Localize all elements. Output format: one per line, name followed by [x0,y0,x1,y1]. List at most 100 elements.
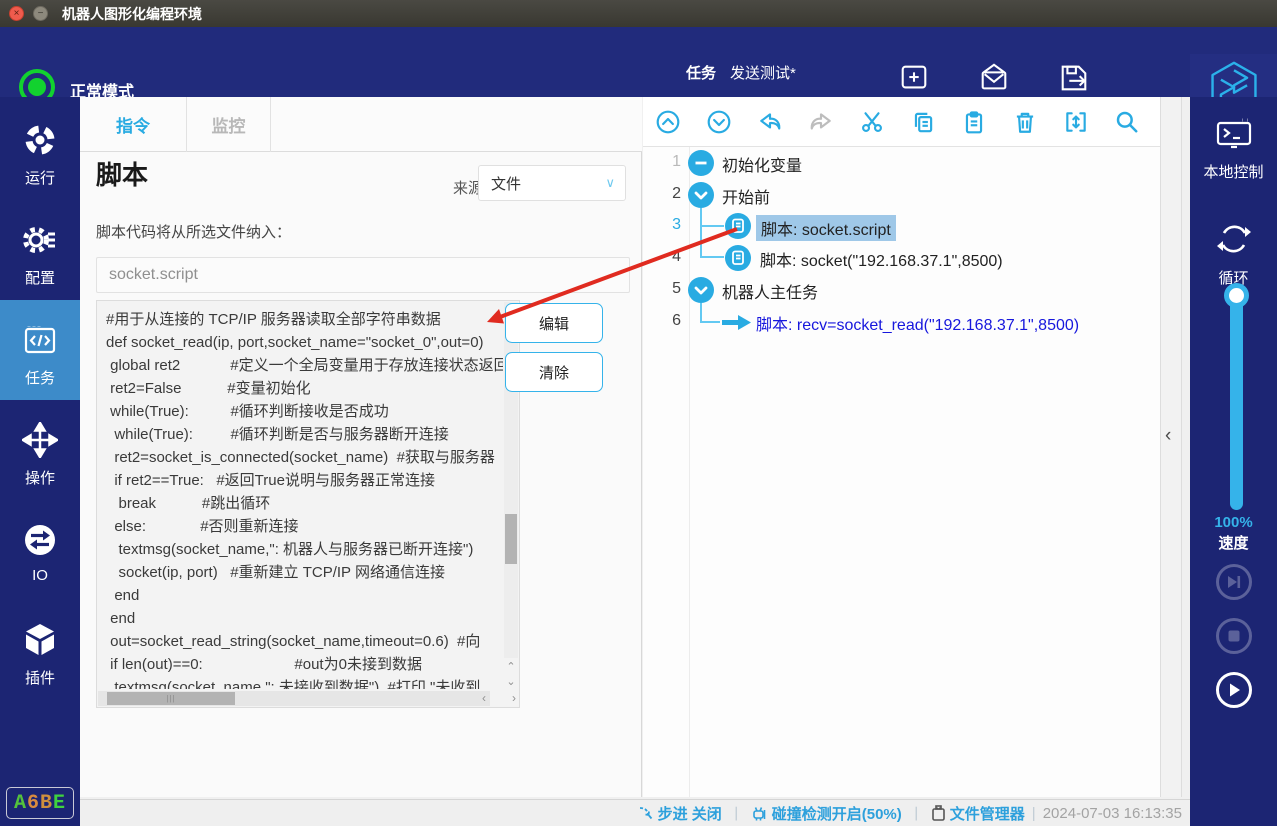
tree-row[interactable]: 6 脚本: recv=socket_read("192.168.37.1",85… [643,306,1143,338]
scroll-down-icon[interactable]: ⌄ [506,675,515,688]
step-mode-icon [639,807,652,820]
collapse-panel-handle[interactable]: ‹ [1165,425,1179,449]
sidebar-item-operate[interactable]: 操作 [0,400,80,500]
redo-button[interactable] [807,108,835,136]
app-header: 正常模式 任务发送测试* 配置default 新建 打开 保存 [0,27,1277,124]
window-minimize-icon[interactable]: − [33,6,48,21]
cube-icon [26,624,54,655]
move-up-button[interactable] [654,108,682,136]
circle-up-icon [656,110,680,134]
horizontal-scrollbar-handle[interactable]: ||| [107,692,235,705]
move-arrows-icon [20,420,60,460]
vertical-scrollbar-handle[interactable] [505,514,517,564]
gear-icon [23,227,55,253]
copy-button[interactable] [909,108,937,136]
search-button[interactable] [1113,108,1141,136]
speed-label: 速度 [1218,535,1249,552]
page-title: 脚本 [96,160,149,190]
sidebar-item-label: 运行 [24,170,55,187]
right-sidebar: 本地控制 循环 100% 速度 [1190,97,1277,826]
cut-button[interactable] [858,108,886,136]
replace-button[interactable] [1062,108,1090,136]
tree-row[interactable]: 4 脚本: socket("192.168.37.1",8500) [643,242,1143,274]
sidebar-item-io[interactable]: IO [0,500,80,600]
copy-icon [914,112,933,133]
tree-node-label: 脚本: socket("192.168.37.1",8500) [760,253,1003,270]
expand-node-icon[interactable] [688,277,714,303]
new-file-icon [901,65,927,89]
speed-slider-handle[interactable] [1224,283,1249,308]
tree-row-selected[interactable]: 3 脚本: socket.script [643,210,1143,242]
code-window-icon [24,326,56,354]
file-manager-button[interactable]: 文件管理器 [931,803,1025,824]
device-badge: A6BE [6,787,74,819]
sidebar-item-label: 任务 [24,370,55,387]
terminal-icon [1216,118,1251,149]
circle-down-icon [707,110,731,134]
sidebar-item-task[interactable]: 任务 [0,300,80,400]
script-filename-field[interactable]: socket.script [96,257,630,293]
scroll-up-icon[interactable]: ⌃ [506,660,515,673]
tree-row[interactable]: 2 开始前 [643,179,1143,211]
horizontal-scroll-arrows[interactable]: ‹ › [482,691,516,705]
code-viewport: #用于从连接的 TCP/IP 服务器读取全部字符串数据 def socket_r… [97,301,503,689]
speed-slider-track[interactable] [1230,296,1243,510]
sidebar-item-plugin[interactable]: 插件 [0,600,80,700]
sidebar-item-label: 插件 [24,670,55,687]
script-node-icon [725,213,751,239]
init-vars-icon [688,150,714,176]
edit-button[interactable]: 编辑 [505,303,603,343]
sidebar-item-config[interactable]: 配置 [0,200,80,300]
sidebar-item-label: 操作 [24,470,55,487]
program-tree-panel: 1 初始化变量 2 开始前 3 脚本: socket.script 4 脚本: … [643,97,1182,797]
tree-row[interactable]: 5 机器人主任务 [643,274,1143,306]
paste-button[interactable] [960,108,988,136]
tree-toolbar [643,97,1182,147]
scissors-icon [862,112,882,132]
line-number: 3 [672,216,681,233]
undo-button[interactable] [756,108,784,136]
step-next-button[interactable] [1216,564,1252,600]
tab-monitor[interactable]: 监控 [187,97,271,152]
skip-next-icon [1228,576,1241,588]
source-select[interactable]: 文件 ∨ [478,165,626,201]
tab-instruction[interactable]: 指令 [80,97,187,152]
speed-percent: 100% [1214,514,1253,531]
scroll-left-icon[interactable]: ‹ [482,691,486,705]
window-close-icon[interactable]: × [9,6,24,21]
tree-node-label: 初始化变量 [722,158,803,175]
window-title: 机器人图形化编程环境 [62,5,202,22]
stop-button[interactable] [1216,618,1252,654]
code-preview-box: #用于从连接的 TCP/IP 服务器读取全部字符串数据 def socket_r… [96,300,520,708]
stop-icon [1228,630,1240,642]
title-bar: × − 机器人图形化编程环境 [0,0,1277,27]
task-label: 任务 [686,65,717,82]
instruction-panel: 指令 监控 脚本 来源 文件 ∨ 脚本代码将从所选文件纳入： socket.sc… [80,97,642,797]
loop-button[interactable]: 循环 [1190,219,1277,288]
status-timestamp: 2024-07-03 16:13:35 [1042,804,1182,822]
search-icon [1116,111,1138,133]
sidebar-item-run[interactable]: 运行 [0,100,80,200]
scroll-right-icon[interactable]: › [512,691,516,705]
collision-detection-status[interactable]: 碰撞检测开启(50%) [751,803,902,824]
line-number: 2 [672,185,681,202]
undo-icon [760,113,781,130]
vertical-scroll-arrows[interactable]: ⌃ ⌄ [504,657,518,691]
clear-button[interactable]: 清除 [505,352,603,392]
local-control-button[interactable]: 本地控制 [1190,117,1277,182]
status-separator: 丨 [908,805,924,823]
delete-button[interactable] [1011,108,1039,136]
collision-icon [752,806,766,820]
tree-row[interactable]: 1 初始化变量 [643,147,1143,179]
step-mode-status[interactable]: 步进 关闭 [638,803,722,824]
horizontal-scrollbar[interactable]: ||| [98,691,490,706]
task-value: 发送测试* [730,65,796,82]
line-number: 4 [672,248,681,265]
chevron-down-icon: ∨ [605,175,615,190]
move-down-button[interactable] [705,108,733,136]
save-icon [1061,65,1087,91]
play-button[interactable] [1216,672,1252,708]
expand-node-icon[interactable] [688,182,714,208]
line-number: 6 [672,312,681,329]
loop-icon [1216,225,1251,253]
